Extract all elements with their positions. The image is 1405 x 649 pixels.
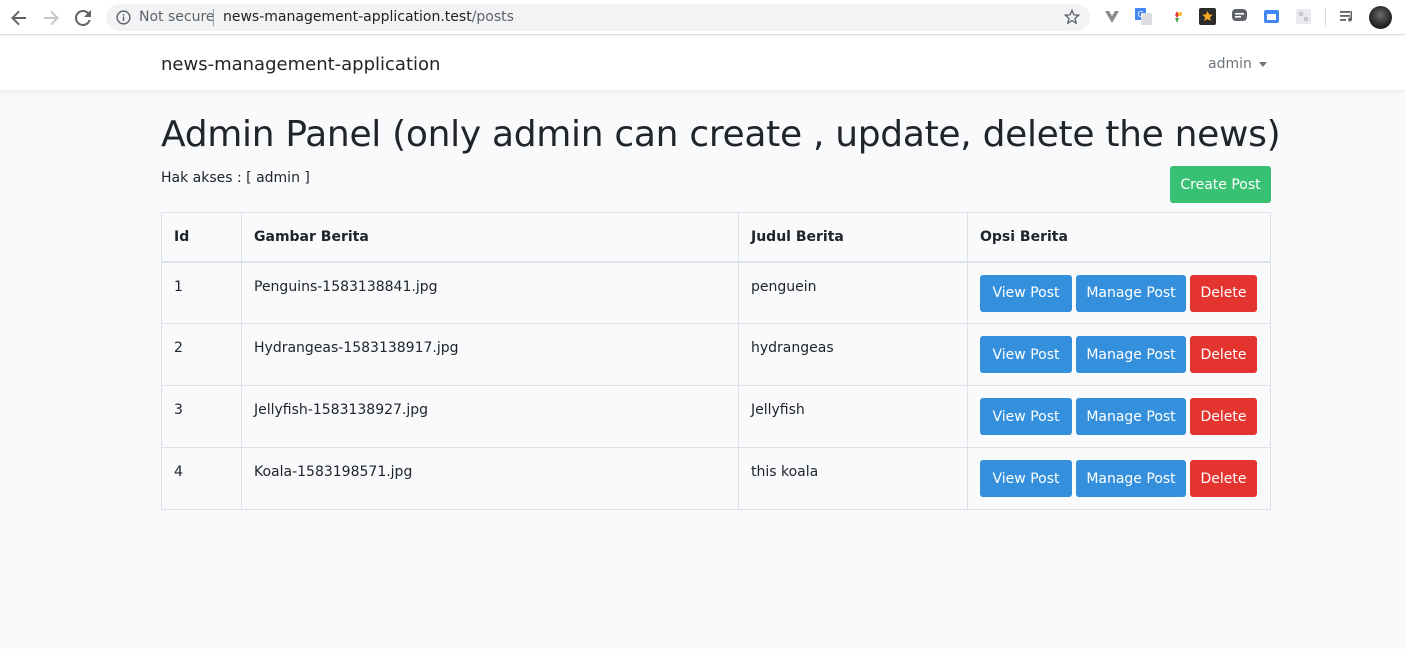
back-arrow-icon[interactable] xyxy=(7,6,31,30)
colorful-extension-icon[interactable] xyxy=(1168,8,1185,25)
cell-id: 2 xyxy=(161,323,242,386)
cell-image: Koala-1583198571.jpg xyxy=(241,447,739,510)
cell-title: Jellyfish xyxy=(738,385,968,448)
calendar-extension-icon[interactable] xyxy=(1263,8,1280,25)
caret-down-icon xyxy=(1258,61,1267,67)
access-label: Hak akses : [ admin ] xyxy=(161,170,310,186)
cell-id: 4 xyxy=(161,447,242,510)
header-options: Opsi Berita xyxy=(967,212,1271,263)
browser-toolbar: Not secure news-management-application.t… xyxy=(0,0,1405,35)
cell-image: Jellyfish-1583138927.jpg xyxy=(241,385,739,448)
manage-post-button[interactable]: Manage Post xyxy=(1076,460,1186,497)
profile-avatar[interactable] xyxy=(1369,6,1392,29)
cell-title: penguein xyxy=(738,261,968,324)
delete-button[interactable]: Delete xyxy=(1190,274,1257,312)
cell-options: View Post Manage Post Delete xyxy=(967,261,1271,324)
url-path: /posts xyxy=(471,9,514,25)
view-post-button[interactable]: View Post xyxy=(980,460,1072,497)
table-row: 4 Koala-1583198571.jpg this koala View P… xyxy=(161,447,1271,510)
cell-id: 3 xyxy=(161,385,242,448)
star-extension-icon[interactable] xyxy=(1199,8,1216,25)
cell-title: hydrangeas xyxy=(738,323,968,386)
cell-title: this koala xyxy=(738,447,968,510)
delete-button[interactable]: Delete xyxy=(1190,336,1257,373)
manage-post-button[interactable]: Manage Post xyxy=(1076,336,1186,373)
url-host: news-management-application.test xyxy=(223,9,472,25)
chat-extension-icon[interactable] xyxy=(1231,8,1248,25)
header-image: Gambar Berita xyxy=(241,212,739,263)
address-bar[interactable]: Not secure news-management-application.t… xyxy=(106,4,1090,31)
brand-link[interactable]: news-management-application xyxy=(161,54,440,75)
header-title: Judul Berita xyxy=(738,212,968,263)
cell-image: Penguins-1583138841.jpg xyxy=(241,261,739,324)
manage-post-button[interactable]: Manage Post xyxy=(1076,274,1186,312)
reload-icon[interactable] xyxy=(71,6,95,30)
delete-button[interactable]: Delete xyxy=(1190,460,1257,497)
user-dropdown[interactable]: admin xyxy=(1208,56,1267,72)
security-label: Not secure xyxy=(139,9,215,25)
table-header-row: Id Gambar Berita Judul Berita Opsi Berit… xyxy=(161,212,1271,263)
view-post-button[interactable]: View Post xyxy=(980,336,1072,373)
media-playlist-icon[interactable] xyxy=(1339,8,1356,25)
cell-options: View Post Manage Post Delete xyxy=(967,447,1271,510)
user-name: admin xyxy=(1208,56,1252,72)
view-post-button[interactable]: View Post xyxy=(980,398,1072,435)
posts-table: Id Gambar Berita Judul Berita Opsi Berit… xyxy=(161,212,1271,510)
cell-id: 1 xyxy=(161,261,242,324)
create-post-button[interactable]: Create Post xyxy=(1170,166,1271,203)
cell-options: View Post Manage Post Delete xyxy=(967,323,1271,386)
forward-arrow-icon[interactable] xyxy=(39,6,63,30)
svg-text:G: G xyxy=(1138,10,1144,19)
url-text[interactable]: news-management-application.test/posts xyxy=(223,9,514,25)
grid-extension-icon[interactable] xyxy=(1295,8,1312,25)
app-navbar: news-management-application admin xyxy=(0,36,1405,91)
toolbar-divider xyxy=(1325,8,1326,26)
bookmark-star-icon[interactable] xyxy=(1063,8,1081,25)
vue-devtools-icon[interactable] xyxy=(1103,8,1120,25)
google-translate-icon[interactable]: G xyxy=(1135,8,1152,25)
table-row: 2 Hydrangeas-1583138917.jpg hydrangeas V… xyxy=(161,323,1271,386)
cell-image: Hydrangeas-1583138917.jpg xyxy=(241,323,739,386)
cell-options: View Post Manage Post Delete xyxy=(967,385,1271,448)
page-title: Admin Panel (only admin can create , upd… xyxy=(161,114,1281,155)
info-icon[interactable] xyxy=(116,10,131,25)
view-post-button[interactable]: View Post xyxy=(980,274,1072,312)
table-row: 1 Penguins-1583138841.jpg penguein View … xyxy=(161,261,1271,324)
address-divider xyxy=(213,9,214,26)
header-id: Id xyxy=(161,212,242,263)
delete-button[interactable]: Delete xyxy=(1190,398,1257,435)
table-row: 3 Jellyfish-1583138927.jpg Jellyfish Vie… xyxy=(161,385,1271,448)
manage-post-button[interactable]: Manage Post xyxy=(1076,398,1186,435)
